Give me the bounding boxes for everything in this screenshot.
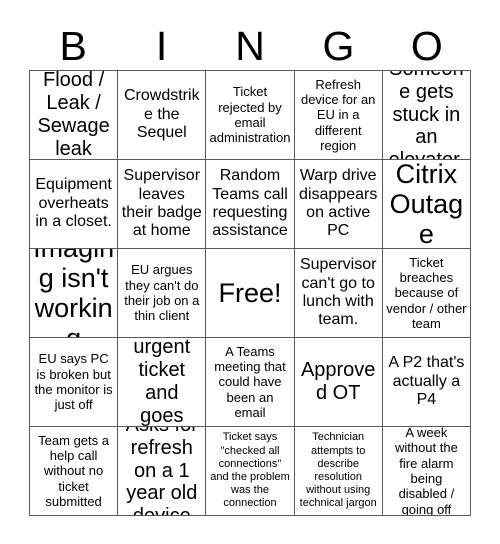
bingo-cell-text: Refresh device for an EU in a different …: [300, 76, 376, 153]
bingo-cell[interactable]: Submits urgent ticket and goes OOO: [118, 338, 207, 427]
bingo-cell[interactable]: A week without the fire alarm being disa…: [382, 427, 471, 516]
bingo-cell[interactable]: Supervisor can't go to lunch with team.: [294, 249, 383, 338]
bingo-cell[interactable]: Supervisor leaves their badge at home: [118, 160, 207, 249]
bingo-cell-free-space[interactable]: Free!: [206, 249, 295, 338]
bingo-cell[interactable]: Ticket breaches because of vendor / othe…: [382, 249, 471, 338]
bingo-cell[interactable]: EU says PC is broken but the monitor is …: [30, 338, 119, 427]
bingo-free-space-text: Free!: [218, 277, 282, 308]
bingo-cell[interactable]: Someone gets stuck in an elevator.: [382, 71, 471, 160]
bingo-cell-text: Warp drive disappears on active PC: [299, 167, 378, 240]
bingo-cell[interactable]: Citrix Outage: [382, 160, 471, 249]
bingo-cell-text: Crowdstrike the Sequel: [124, 87, 200, 142]
bingo-cell[interactable]: Approved OT: [294, 338, 383, 427]
bingo-cell-text: A P2 that's actually a P4: [388, 354, 465, 409]
bingo-cell[interactable]: Ticket rejected by email administration: [206, 71, 295, 160]
bingo-cell-text: Technician attempts to describe resoluti…: [299, 431, 377, 510]
bingo-cell-text: Imaging isn't working: [33, 249, 114, 337]
bingo-cell-text: Random Teams call requesting assistance: [212, 167, 288, 240]
bingo-cell[interactable]: A P2 that's actually a P4: [382, 338, 471, 427]
header-letter-g: G: [322, 22, 355, 69]
bingo-cell-text: EU says PC is broken but the monitor is …: [34, 351, 113, 413]
bingo-cell-text: Ticket breaches because of vendor / othe…: [386, 254, 467, 331]
header-letter-b: B: [59, 22, 87, 69]
bingo-cell-text: Ticket rejected by email administration: [209, 84, 291, 146]
bingo-cell[interactable]: Crowdstrike the Sequel: [118, 71, 207, 160]
bingo-cell-text: Citrix Outage: [389, 160, 464, 249]
bingo-cell-text: EU argues they can't do their job on a t…: [124, 262, 200, 324]
bingo-card: B I N G O Flood / Leak / Sewage leak Cro…: [0, 0, 500, 544]
bingo-cell-text: Flood / Leak / Sewage leak: [37, 71, 110, 160]
bingo-cell-text: Equipment overheats in a closet.: [35, 176, 112, 231]
bingo-cell[interactable]: EU argues they can't do their job on a t…: [118, 249, 207, 338]
bingo-cell-text: Team gets a help call without no ticket …: [38, 432, 109, 509]
bingo-cell[interactable]: Refresh device for an EU in a different …: [294, 71, 383, 160]
bingo-cell-text: Approved OT: [300, 359, 376, 404]
bingo-header-row: B I N G O: [29, 22, 471, 70]
bingo-cell-text: Asks for refresh on a 1 year old device: [126, 427, 198, 515]
bingo-cell[interactable]: Team gets a help call without no ticket …: [30, 427, 119, 516]
bingo-cell[interactable]: Random Teams call requesting assistance: [206, 160, 295, 249]
bingo-cell-text: Supervisor can't go to lunch with team.: [299, 256, 377, 329]
bingo-cell-text: Ticket says "checked all connections" an…: [210, 431, 290, 510]
bingo-cell-text: A Teams meeting that could have been an …: [214, 343, 286, 420]
bingo-cell[interactable]: Ticket says "checked all connections" an…: [206, 427, 295, 516]
header-letter-n: N: [235, 22, 265, 69]
header-letter-i: I: [155, 22, 168, 69]
bingo-cell-text: A week without the fire alarm being disa…: [394, 427, 458, 516]
bingo-cell[interactable]: Equipment overheats in a closet.: [30, 160, 119, 249]
bingo-cell-text: Supervisor leaves their badge at home: [121, 167, 202, 240]
bingo-cell[interactable]: Imaging isn't working: [30, 249, 119, 338]
bingo-cell[interactable]: Flood / Leak / Sewage leak: [30, 71, 119, 160]
bingo-cell-text: Someone gets stuck in an elevator.: [389, 71, 465, 159]
bingo-cell[interactable]: A Teams meeting that could have been an …: [206, 338, 295, 427]
bingo-grid: Flood / Leak / Sewage leak Crowdstrike t…: [29, 70, 471, 516]
bingo-cell[interactable]: Warp drive disappears on active PC: [294, 160, 383, 249]
header-letter-o: O: [410, 22, 443, 69]
bingo-cell[interactable]: Technician attempts to describe resoluti…: [294, 427, 383, 516]
bingo-cell-text: Submits urgent ticket and goes OOO: [133, 338, 191, 427]
bingo-cell[interactable]: Asks for refresh on a 1 year old device: [118, 427, 207, 516]
